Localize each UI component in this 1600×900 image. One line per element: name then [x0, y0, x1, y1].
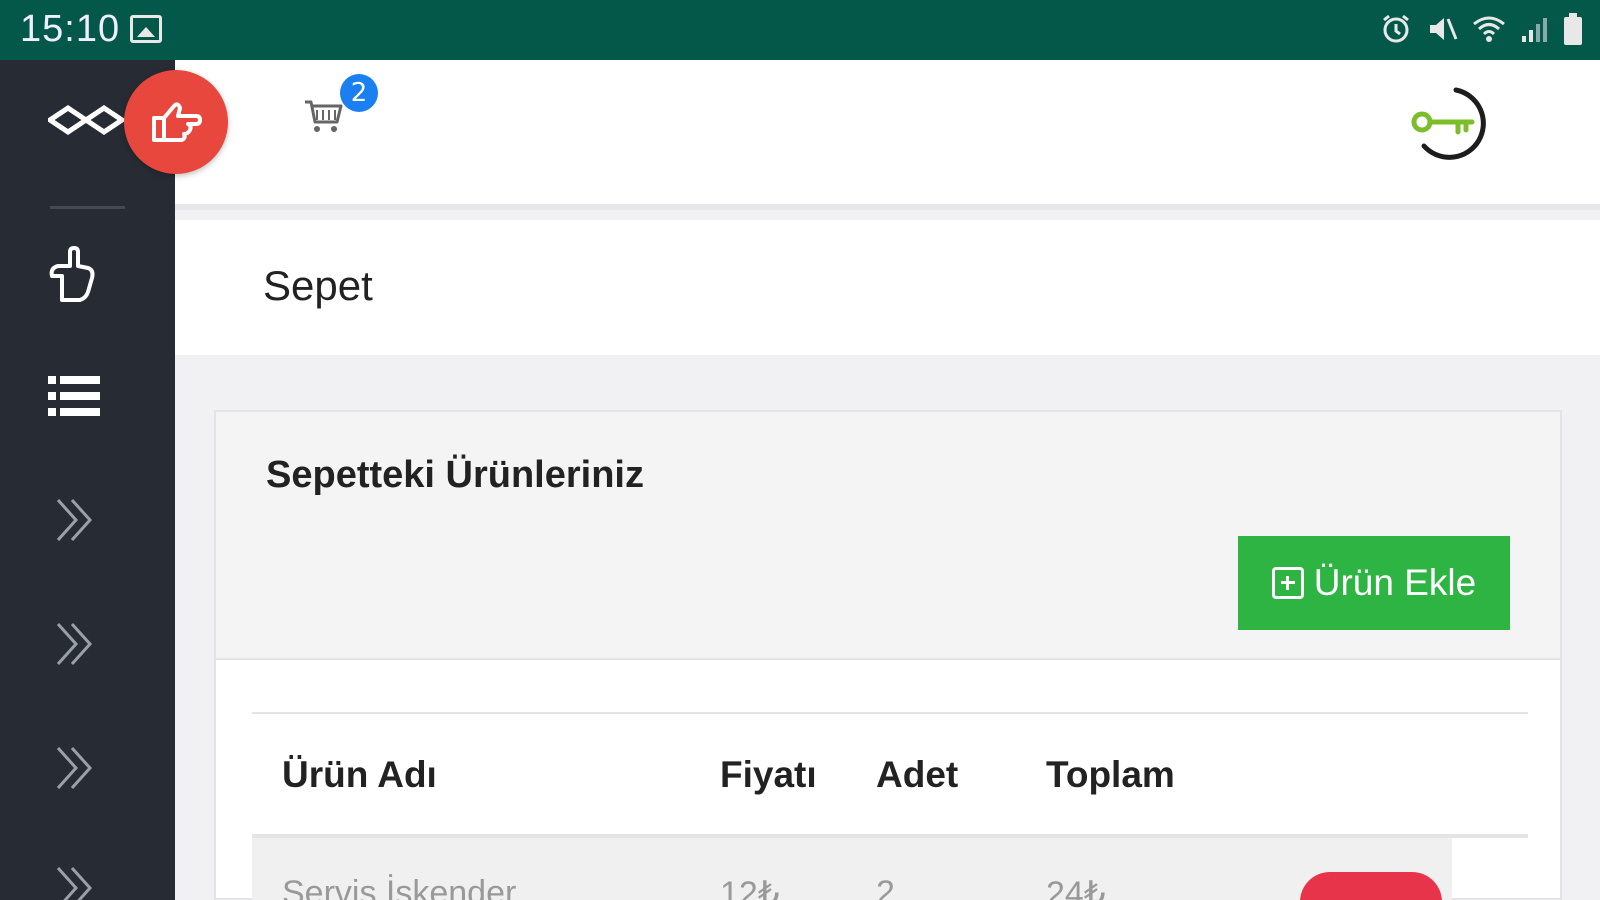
page-title-area: Sepet	[175, 220, 1600, 355]
delete-item-button[interactable]	[1300, 872, 1442, 900]
hand-pointer-icon[interactable]	[48, 246, 98, 307]
card-title: Sepetteki Ürünleriniz	[266, 454, 644, 496]
signal-icon	[1520, 14, 1548, 49]
hand-pointer-icon	[152, 102, 202, 142]
card-header: Sepetteki Ürünleriniz Ürün Ekle	[216, 412, 1560, 660]
column-header-price: Fiyatı	[720, 754, 817, 795]
list-icon[interactable]	[48, 374, 102, 423]
status-icons	[1380, 12, 1584, 51]
wifi-icon	[1472, 14, 1506, 49]
sidebar-divider	[50, 206, 125, 209]
plus-square-icon	[1271, 567, 1304, 599]
status-time: 15:10	[20, 8, 121, 50]
double-chevron-right-icon[interactable]	[54, 622, 98, 671]
double-chevron-right-icon[interactable]	[54, 866, 98, 900]
cell-qty: 2	[876, 874, 895, 900]
mute-icon	[1426, 13, 1458, 50]
page-title: Sepet	[263, 262, 373, 309]
double-chevron-right-icon[interactable]	[54, 498, 98, 547]
floating-hand-button[interactable]	[124, 70, 228, 174]
sidebar	[0, 60, 175, 900]
column-header-qty: Adet	[876, 754, 959, 795]
column-header-total: Toplam	[1046, 754, 1175, 795]
cart-icon[interactable]	[303, 98, 343, 139]
double-chevron-right-icon[interactable]	[54, 746, 98, 795]
cart-table: Ürün Adı Fiyatı Adet Toplam Servis İsken…	[252, 712, 1528, 900]
cart-card: Sepetteki Ürünleriniz Ürün Ekle Ürün Adı…	[214, 410, 1562, 900]
gallery-icon	[130, 15, 162, 43]
add-product-label: Ürün Ekle	[1313, 562, 1477, 603]
cell-product-name: Servis İskender	[282, 874, 517, 900]
column-header-name: Ürün Adı	[282, 754, 437, 795]
top-header	[175, 60, 1600, 210]
table-row: Servis İskender 12₺ 2 24₺	[252, 838, 1452, 900]
logo-icon[interactable]	[45, 102, 127, 143]
alarm-icon	[1380, 13, 1412, 50]
battery-icon	[1562, 12, 1584, 51]
cell-total: 24₺	[1046, 875, 1106, 900]
cell-price: 12₺	[720, 875, 780, 900]
table-header: Ürün Adı Fiyatı Adet Toplam	[252, 714, 1528, 838]
cart-count-badge[interactable]: 2	[340, 74, 378, 112]
key-logout-icon[interactable]	[1406, 82, 1490, 171]
status-bar: 15:10	[0, 0, 1600, 60]
add-product-button[interactable]: Ürün Ekle	[1238, 536, 1510, 630]
